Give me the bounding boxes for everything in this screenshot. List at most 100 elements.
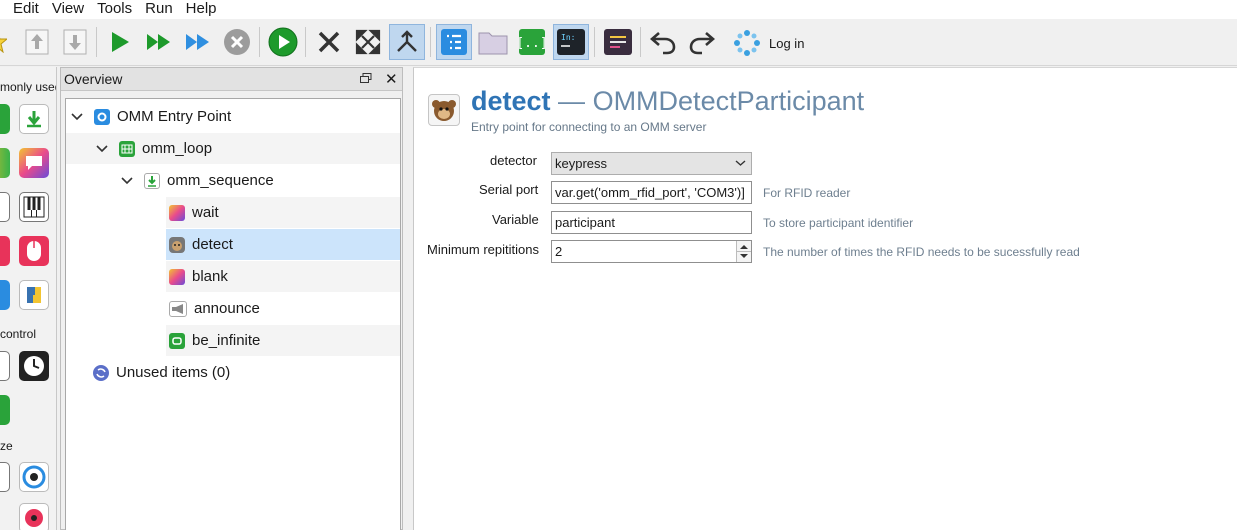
tree-label: announce bbox=[194, 300, 260, 317]
tree-row-be-infinite[interactable]: be_infinite bbox=[166, 325, 400, 356]
new-experiment-icon[interactable] bbox=[0, 24, 12, 60]
overview-title: Overview bbox=[61, 68, 402, 91]
variable-label: Variable bbox=[492, 212, 539, 227]
visualize-item-icon[interactable] bbox=[0, 462, 10, 492]
participant-icon bbox=[169, 236, 185, 253]
tree-row-omm-sequence[interactable]: omm_sequence bbox=[66, 165, 400, 196]
login-button[interactable]: Log in bbox=[733, 28, 804, 58]
sketchpad-item-icon[interactable] bbox=[0, 148, 10, 178]
fullscreen-icon[interactable] bbox=[350, 24, 386, 60]
osf-icon bbox=[734, 30, 760, 56]
record-item-icon[interactable] bbox=[19, 503, 49, 530]
item-editor: detect — OMMDetectParticipant Entry poin… bbox=[413, 67, 1237, 530]
tree-row-detect[interactable]: detect bbox=[166, 229, 400, 260]
menu-run[interactable]: Run bbox=[140, 0, 181, 19]
menu-help[interactable]: Help bbox=[181, 0, 225, 19]
menu-bar: Edit View Tools Run Help bbox=[0, 0, 1237, 19]
menu-edit[interactable]: Edit bbox=[0, 0, 47, 19]
move-up-icon[interactable] bbox=[19, 24, 55, 60]
mouse-item-icon[interactable] bbox=[19, 236, 49, 266]
chevron-down-icon[interactable] bbox=[70, 112, 84, 121]
run-icon[interactable] bbox=[102, 24, 138, 60]
overview-tree[interactable]: OMM Entry Point omm_loop omm_sequence wa… bbox=[65, 98, 401, 530]
recycle-icon bbox=[93, 364, 109, 381]
flow-control-header: control bbox=[0, 327, 37, 341]
sequence-item-icon[interactable] bbox=[19, 104, 49, 134]
svg-text:[..]: [..] bbox=[518, 36, 546, 51]
run-in-window-icon[interactable] bbox=[180, 24, 216, 60]
run-quick-icon[interactable] bbox=[141, 24, 177, 60]
loop-icon bbox=[119, 140, 135, 157]
overview-toggle-icon[interactable] bbox=[436, 24, 472, 60]
close-all-tabs-icon[interactable] bbox=[311, 24, 347, 60]
redo-icon[interactable] bbox=[684, 24, 720, 60]
console-icon[interactable]: In: bbox=[553, 24, 589, 60]
file-pool-icon[interactable] bbox=[475, 24, 511, 60]
synth-item-icon[interactable] bbox=[19, 192, 49, 222]
tree-label: omm_loop bbox=[142, 140, 213, 157]
item-toolbar: monly used control ze bbox=[0, 67, 57, 530]
repeat-item-icon[interactable] bbox=[0, 395, 10, 425]
tree-label: blank bbox=[192, 268, 228, 285]
onetabmode-icon[interactable] bbox=[389, 24, 425, 60]
run-jupyter-icon[interactable] bbox=[265, 24, 301, 60]
move-down-icon[interactable] bbox=[57, 24, 93, 60]
tree-row-omm-loop[interactable]: omm_loop bbox=[66, 133, 400, 164]
min-reps-hint: The number of times the RFID needs to be… bbox=[763, 245, 1080, 259]
megaphone-icon bbox=[169, 300, 187, 317]
chevron-down-icon[interactable] bbox=[120, 176, 134, 185]
undo-icon[interactable] bbox=[645, 24, 681, 60]
logger-item-icon[interactable] bbox=[0, 280, 10, 310]
serial-port-label: Serial port bbox=[479, 182, 539, 197]
tree-label: OMM Entry Point bbox=[117, 108, 232, 125]
tree-row-announce[interactable]: announce bbox=[166, 293, 400, 324]
title-dash: — bbox=[558, 86, 586, 116]
tree-label: omm_sequence bbox=[167, 172, 274, 189]
flow-item-icon[interactable] bbox=[0, 351, 10, 381]
tree-label: wait bbox=[192, 204, 219, 221]
chevron-down-icon[interactable] bbox=[95, 144, 109, 153]
sequence-icon bbox=[144, 172, 160, 189]
item-name[interactable]: detect bbox=[471, 86, 551, 116]
clock-item-icon[interactable] bbox=[19, 351, 49, 381]
extension-manager-icon[interactable] bbox=[600, 24, 636, 60]
chevron-down-icon bbox=[735, 153, 746, 174]
item-type: OMMDetectParticipant bbox=[592, 86, 865, 116]
inline-script-item-icon[interactable] bbox=[19, 280, 49, 310]
variable-inspector-icon[interactable]: [..] bbox=[514, 24, 550, 60]
close-panel-icon[interactable]: ✕ bbox=[385, 70, 398, 88]
opensesame-window: Edit View Tools Run Help .. In: Log in m… bbox=[0, 0, 1237, 530]
spin-arrows-icon[interactable] bbox=[736, 241, 751, 262]
item-title: detect — OMMDetectParticipant bbox=[471, 86, 864, 117]
commonly-used-header: monly used bbox=[0, 80, 57, 94]
keyboard-item-icon[interactable] bbox=[0, 236, 10, 266]
sampler-item-icon[interactable] bbox=[0, 192, 10, 222]
variable-input[interactable]: participant bbox=[551, 211, 752, 234]
tree-label: Unused items (0) bbox=[116, 364, 231, 381]
feedback-item-icon[interactable] bbox=[19, 148, 49, 178]
variable-hint: To store participant identifier bbox=[763, 216, 914, 230]
tree-label: be_infinite bbox=[192, 332, 261, 349]
float-panel-icon[interactable] bbox=[360, 72, 372, 87]
svg-text:In:: In: bbox=[561, 33, 575, 42]
login-label: Log in bbox=[769, 35, 805, 51]
overview-panel: Overview ✕ OMM Entry Point omm_loop omm_… bbox=[60, 67, 403, 530]
target-item-icon[interactable] bbox=[19, 462, 49, 492]
menu-tools[interactable]: Tools bbox=[92, 0, 140, 19]
loop-item-icon[interactable] bbox=[0, 104, 10, 134]
min-reps-spinbox[interactable]: 2 bbox=[551, 240, 752, 263]
detector-label: detector bbox=[490, 153, 537, 168]
menu-view[interactable]: View bbox=[47, 0, 92, 19]
detector-select[interactable]: keypress bbox=[551, 152, 752, 175]
tree-row-wait[interactable]: wait bbox=[166, 197, 400, 228]
stop-icon[interactable] bbox=[219, 24, 255, 60]
serial-port-hint: For RFID reader bbox=[763, 186, 851, 200]
serial-port-input[interactable]: var.get('omm_rfid_port', 'COM3')] bbox=[551, 181, 752, 204]
tree-row-blank[interactable]: blank bbox=[166, 261, 400, 292]
item-description[interactable]: Entry point for connecting to an OMM ser… bbox=[471, 120, 706, 134]
infinite-icon bbox=[169, 332, 185, 349]
tree-row-omm-entry-point[interactable]: OMM Entry Point bbox=[66, 101, 400, 132]
min-reps-value: 2 bbox=[555, 244, 563, 259]
tree-row-unused-items[interactable]: Unused items (0) bbox=[66, 357, 400, 388]
detector-value: keypress bbox=[555, 156, 608, 171]
